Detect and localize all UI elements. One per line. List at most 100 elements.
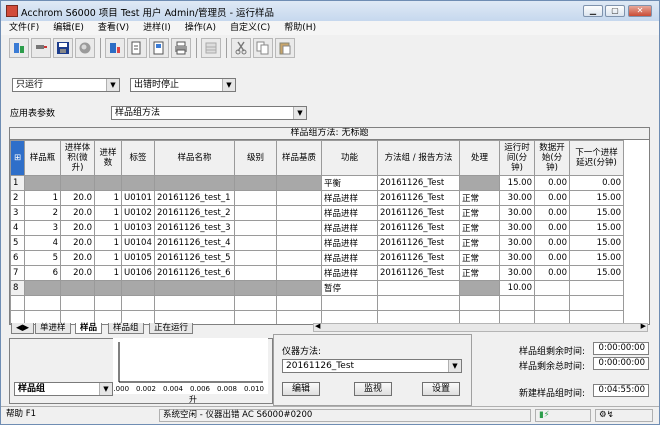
report-icon[interactable] xyxy=(149,38,169,58)
cell-level[interactable] xyxy=(234,175,277,191)
col-header-volume[interactable]: 进样体积(微升) xyxy=(60,140,95,176)
cell-method[interactable]: 20161126_Test xyxy=(377,190,460,206)
cell-level[interactable] xyxy=(234,265,277,281)
cell-matrix[interactable] xyxy=(276,250,322,266)
cell-inj[interactable]: 1 xyxy=(94,235,122,251)
col-header-sample-name[interactable]: 样品名称 xyxy=(154,140,235,176)
tab-nav-arrows[interactable]: ◀▶ xyxy=(11,323,35,334)
stop-icon[interactable] xyxy=(75,38,95,58)
cell-start[interactable]: 0.00 xyxy=(534,235,570,251)
stop-mode-select[interactable]: 出错时停止 ▼ xyxy=(130,78,236,92)
cell-label[interactable]: U0105 xyxy=(121,250,155,266)
paste-icon[interactable] xyxy=(275,38,295,58)
cell-vial[interactable]: 5 xyxy=(24,250,61,266)
menu-operate[interactable]: 操作(A) xyxy=(177,21,222,34)
scroll-left-icon[interactable]: ◀ xyxy=(315,322,320,330)
col-header-method-set[interactable]: 方法组 / 报告方法 xyxy=(377,140,460,176)
cell-start[interactable]: 0.00 xyxy=(534,205,570,221)
cell-matrix[interactable] xyxy=(276,235,322,251)
cell-level[interactable] xyxy=(234,295,277,311)
cell-vol[interactable]: 20.0 xyxy=(60,235,95,251)
menu-customize[interactable]: 自定义(C) xyxy=(222,21,276,34)
col-header-run-time[interactable]: 运行时间(分钟) xyxy=(499,140,535,176)
cell-func[interactable] xyxy=(321,295,378,311)
cell-proc[interactable]: 正常 xyxy=(459,265,500,281)
chevron-down-icon[interactable]: ▼ xyxy=(222,79,235,91)
cell-vol[interactable]: 20.0 xyxy=(60,250,95,266)
cell-level[interactable] xyxy=(234,250,277,266)
cell-vial[interactable] xyxy=(24,295,61,311)
setup-button[interactable]: 设置 xyxy=(422,382,460,396)
menu-inject[interactable]: 进样(I) xyxy=(135,21,177,34)
cell-start[interactable] xyxy=(534,295,570,311)
cell-level[interactable] xyxy=(234,220,277,236)
col-header-level[interactable]: 级别 xyxy=(234,140,277,176)
cell-run[interactable] xyxy=(499,295,535,311)
menu-edit[interactable]: 编辑(E) xyxy=(45,21,90,34)
col-header-data-start[interactable]: 数据开始(分钟) xyxy=(534,140,570,176)
cell-matrix[interactable] xyxy=(276,175,322,191)
tab-single-injection[interactable]: 单进样 xyxy=(35,323,71,334)
edit-button[interactable]: 编辑 xyxy=(282,382,320,396)
cell-start[interactable]: 0.00 xyxy=(534,220,570,236)
cell-vial[interactable]: 2 xyxy=(24,205,61,221)
cell-label[interactable] xyxy=(121,295,155,311)
horizontal-scrollbar[interactable]: ◀ ▶ xyxy=(313,322,648,332)
chevron-down-icon[interactable]: ▼ xyxy=(293,107,306,119)
cell-delay[interactable]: 15.00 xyxy=(569,205,624,221)
cell-matrix[interactable] xyxy=(276,190,322,206)
cell-delay[interactable]: 15.00 xyxy=(569,220,624,236)
close-button[interactable]: ✕ xyxy=(628,5,652,17)
minimize-button[interactable]: ▁ xyxy=(583,5,603,17)
cell-name[interactable]: 20161126_test_2 xyxy=(154,205,235,221)
col-header-matrix[interactable]: 样品基质 xyxy=(276,140,322,176)
cell-func[interactable]: 样品进样 xyxy=(321,235,378,251)
cell-func[interactable]: 样品进样 xyxy=(321,190,378,206)
cell-proc[interactable] xyxy=(459,175,500,191)
cell-vol[interactable]: 20.0 xyxy=(60,205,95,221)
cell-method[interactable]: 20161126_Test xyxy=(377,220,460,236)
cell-method[interactable]: 20161126_Test xyxy=(377,265,460,281)
cell-name[interactable] xyxy=(154,295,235,311)
cell-level[interactable] xyxy=(234,190,277,206)
cell-vial[interactable] xyxy=(24,175,61,191)
cell-name[interactable]: 20161126_test_1 xyxy=(154,190,235,206)
col-header-next-delay[interactable]: 下一个进样延迟(分钟) xyxy=(569,140,624,176)
row-header[interactable] xyxy=(10,295,25,311)
cell-method[interactable]: 20161126_Test xyxy=(377,205,460,221)
chevron-down-icon[interactable]: ▼ xyxy=(106,79,119,91)
cell-run[interactable]: 30.00 xyxy=(499,235,535,251)
table-row[interactable]: 2 1 20.0 1 U0101 20161126_test_1 样品进样 20161126_… xyxy=(10,190,624,206)
cell-run[interactable]: 15.00 xyxy=(499,175,535,191)
row-header[interactable]: 7 xyxy=(10,265,25,281)
sample-set-icon[interactable] xyxy=(127,38,147,58)
cell-inj[interactable] xyxy=(94,280,122,296)
grid-disabled-icon[interactable] xyxy=(201,38,221,58)
cell-run[interactable]: 30.00 xyxy=(499,190,535,206)
cell-name[interactable]: 20161126_test_4 xyxy=(154,235,235,251)
cell-label[interactable]: U0104 xyxy=(121,235,155,251)
cell-matrix[interactable] xyxy=(276,280,322,296)
cell-inj[interactable]: 1 xyxy=(94,265,122,281)
cell-delay[interactable] xyxy=(569,295,624,311)
cell-run[interactable]: 30.00 xyxy=(499,220,535,236)
method-param-select[interactable]: 样品组方法 ▼ xyxy=(111,106,307,120)
cell-proc[interactable]: 正常 xyxy=(459,205,500,221)
cell-label[interactable] xyxy=(121,175,155,191)
cell-label[interactable]: U0106 xyxy=(121,265,155,281)
save-icon[interactable] xyxy=(53,38,73,58)
cell-matrix[interactable] xyxy=(276,295,322,311)
cell-level[interactable] xyxy=(234,205,277,221)
print-icon[interactable] xyxy=(171,38,191,58)
cell-proc[interactable] xyxy=(459,280,500,296)
group-select[interactable]: 样品组 ▼ xyxy=(14,382,113,396)
table-row[interactable] xyxy=(10,295,624,311)
cell-inj[interactable] xyxy=(94,295,122,311)
cell-func[interactable]: 暂停 xyxy=(321,280,378,296)
row-header[interactable]: 1 xyxy=(10,175,25,191)
cell-method[interactable]: 20161126_Test xyxy=(377,250,460,266)
cell-vial[interactable]: 1 xyxy=(24,190,61,206)
cell-proc[interactable] xyxy=(459,295,500,311)
cell-proc[interactable]: 正常 xyxy=(459,250,500,266)
tab-sample-set[interactable]: 样品组 xyxy=(108,323,144,334)
